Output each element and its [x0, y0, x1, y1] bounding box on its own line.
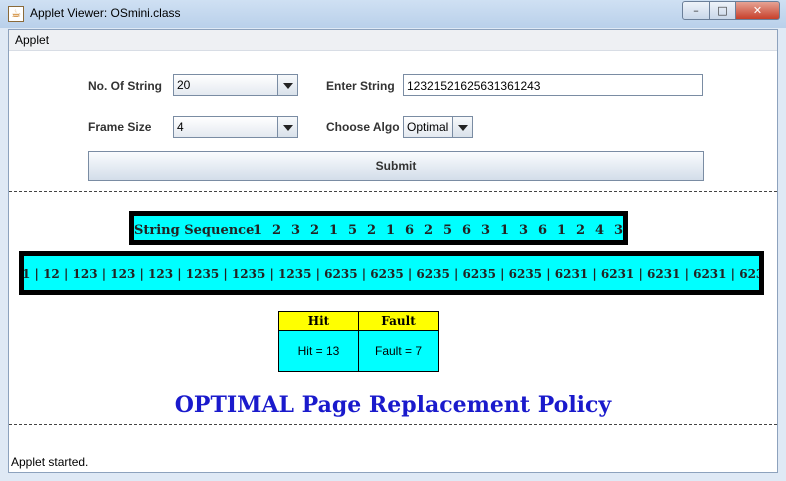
sequence-item: 6: [537, 223, 548, 238]
sequence-item: 6: [404, 223, 415, 238]
sequence-item: 2: [366, 223, 377, 238]
fault-value: Fault = 7: [359, 331, 438, 371]
menu-applet[interactable]: Applet: [15, 33, 49, 47]
sequence-item: 3: [480, 223, 491, 238]
minimize-button[interactable]: –: [682, 1, 710, 20]
status-text: Applet started.: [11, 455, 89, 469]
sequence-item: 2: [271, 223, 282, 238]
no-of-string-label: No. Of String: [88, 79, 162, 93]
divider-bottom: [9, 424, 777, 425]
sequence-item: 2: [423, 223, 434, 238]
submit-button[interactable]: Submit: [88, 151, 704, 181]
string-sequence-label: String Sequence: [134, 223, 255, 238]
title-bar: ☕ Applet Viewer: OSmini.class – □ ✕: [0, 0, 786, 28]
hit-value: Hit = 13: [279, 331, 359, 371]
maximize-button[interactable]: □: [710, 1, 736, 20]
frame-size-label: Frame Size: [88, 120, 152, 134]
chevron-down-icon[interactable]: [452, 117, 472, 137]
sequence-item: 3: [613, 223, 624, 238]
java-coffee-icon: ☕: [8, 6, 24, 22]
window-controls: – □ ✕: [682, 1, 780, 20]
hit-header: Hit: [279, 312, 359, 331]
divider-top: [9, 191, 777, 192]
frames-box: 1 | 12 | 123 | 123 | 123 | 1235 | 1235 |…: [19, 251, 764, 295]
menu-bar: Applet: [9, 30, 777, 51]
applet-panel: Applet No. Of String 20 Enter String Fra…: [8, 29, 778, 473]
enter-string-input[interactable]: [404, 76, 702, 96]
choose-algo-value: Optimal: [407, 120, 449, 134]
sequence-item: 3: [518, 223, 529, 238]
enter-string-label: Enter String: [326, 79, 395, 93]
sequence-item: 1: [385, 223, 396, 238]
chevron-down-icon[interactable]: [277, 75, 297, 95]
frame-size-value: 4: [177, 120, 184, 134]
chevron-down-icon[interactable]: [277, 117, 297, 137]
window-title: Applet Viewer: OSmini.class: [30, 6, 181, 20]
sequence-item: 6: [461, 223, 472, 238]
stats-table: Hit Fault Hit = 13 Fault = 7: [278, 311, 439, 372]
sequence-item: 1: [556, 223, 567, 238]
sequence-item: 2: [575, 223, 586, 238]
sequence-item: 4: [594, 223, 605, 238]
sequence-item: 2: [309, 223, 320, 238]
sequence-item: 5: [347, 223, 358, 238]
window-border: [778, 29, 786, 473]
sequence-item: 1: [252, 223, 263, 238]
policy-title: OPTIMAL Page Replacement Policy: [174, 392, 612, 418]
no-of-string-select[interactable]: 20: [173, 74, 298, 96]
no-of-string-value: 20: [177, 78, 191, 92]
sequence-item: 3: [290, 223, 301, 238]
enter-string-field[interactable]: [403, 74, 703, 96]
frames-sequence: 1 | 12 | 123 | 123 | 123 | 1235 | 1235 |…: [22, 267, 764, 281]
choose-algo-label: Choose Algo: [326, 120, 400, 134]
sequence-item: 1: [499, 223, 510, 238]
fault-header: Fault: [359, 312, 438, 331]
string-sequence-items: 12321521625631361243: [248, 223, 628, 238]
choose-algo-select[interactable]: Optimal: [403, 116, 473, 138]
string-sequence-box: String Sequence 12321521625631361243: [129, 211, 628, 245]
close-button[interactable]: ✕: [736, 1, 780, 20]
sequence-item: 5: [442, 223, 453, 238]
frame-size-select[interactable]: 4: [173, 116, 298, 138]
sequence-item: 1: [328, 223, 339, 238]
